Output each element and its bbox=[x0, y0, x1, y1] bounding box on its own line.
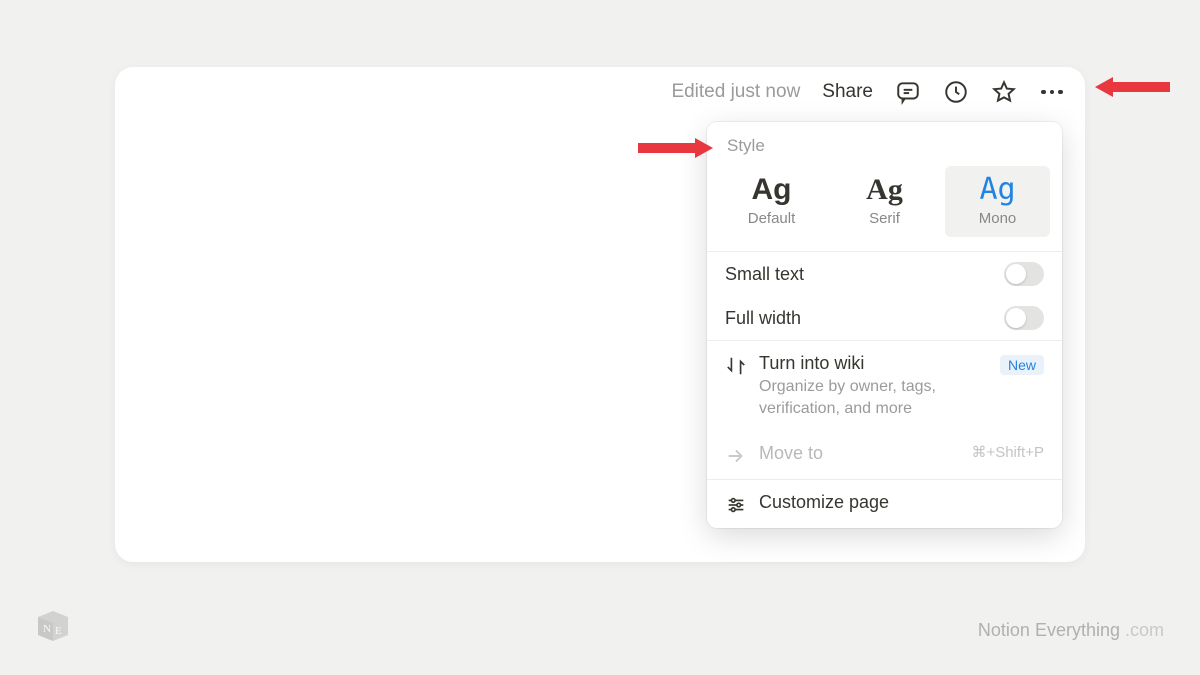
full-width-toggle[interactable] bbox=[1004, 306, 1044, 330]
customize-icon bbox=[725, 494, 747, 516]
style-option-serif[interactable]: Ag Serif bbox=[832, 166, 937, 237]
history-icon[interactable] bbox=[943, 79, 969, 105]
dots-icon bbox=[1041, 90, 1063, 95]
wiki-icon bbox=[725, 355, 747, 377]
small-text-toggle[interactable] bbox=[1004, 262, 1044, 286]
style-sample: Ag bbox=[723, 172, 820, 208]
annotation-arrow-more bbox=[1095, 75, 1170, 99]
new-badge: New bbox=[1000, 355, 1044, 375]
star-icon[interactable] bbox=[991, 79, 1017, 105]
page-card: Edited just now Share Style Ag Default A… bbox=[115, 67, 1085, 562]
edited-status: Edited just now bbox=[671, 81, 800, 103]
move-to-icon bbox=[725, 445, 747, 467]
comments-icon[interactable] bbox=[895, 79, 921, 105]
menu-item-subtitle: Organize by owner, tags, verification, a… bbox=[759, 376, 988, 419]
toggle-label: Small text bbox=[725, 264, 804, 285]
brand-name: Notion Everything bbox=[978, 620, 1120, 640]
annotation-arrow-style bbox=[638, 136, 713, 160]
more-button[interactable] bbox=[1039, 79, 1065, 105]
toggle-label: Full width bbox=[725, 308, 801, 329]
share-button[interactable]: Share bbox=[822, 81, 873, 103]
style-sample: Ag bbox=[949, 172, 1046, 208]
move-to-item: Move to ⌘+Shift+P bbox=[707, 431, 1062, 479]
keyboard-shortcut: ⌘+Shift+P bbox=[971, 443, 1044, 461]
style-option-default[interactable]: Ag Default bbox=[719, 166, 824, 237]
menu-item-title: Move to bbox=[759, 443, 959, 464]
page-options-dropdown: Style Ag Default Ag Serif Ag Mono Small … bbox=[707, 122, 1062, 528]
style-option-mono[interactable]: Ag Mono bbox=[945, 166, 1050, 237]
topbar: Edited just now Share bbox=[671, 79, 1065, 105]
svg-text:N: N bbox=[43, 623, 51, 635]
brand-tld: .com bbox=[1120, 620, 1164, 640]
style-section-label: Style bbox=[707, 122, 1062, 166]
style-option-label: Serif bbox=[836, 210, 933, 227]
menu-item-title: Customize page bbox=[759, 492, 1044, 513]
brand-footer-text: Notion Everything .com bbox=[978, 620, 1164, 641]
style-option-label: Mono bbox=[949, 210, 1046, 227]
svg-text:E: E bbox=[55, 625, 62, 637]
style-font-row: Ag Default Ag Serif Ag Mono bbox=[707, 166, 1062, 251]
style-option-label: Default bbox=[723, 210, 820, 227]
style-sample: Ag bbox=[836, 172, 933, 208]
menu-item-title: Turn into wiki bbox=[759, 353, 988, 374]
turn-into-wiki-item[interactable]: Turn into wiki Organize by owner, tags, … bbox=[707, 341, 1062, 431]
customize-page-item[interactable]: Customize page bbox=[707, 480, 1062, 528]
full-width-toggle-row[interactable]: Full width bbox=[707, 296, 1062, 340]
small-text-toggle-row[interactable]: Small text bbox=[707, 252, 1062, 296]
brand-logo-icon: NE bbox=[36, 609, 70, 643]
